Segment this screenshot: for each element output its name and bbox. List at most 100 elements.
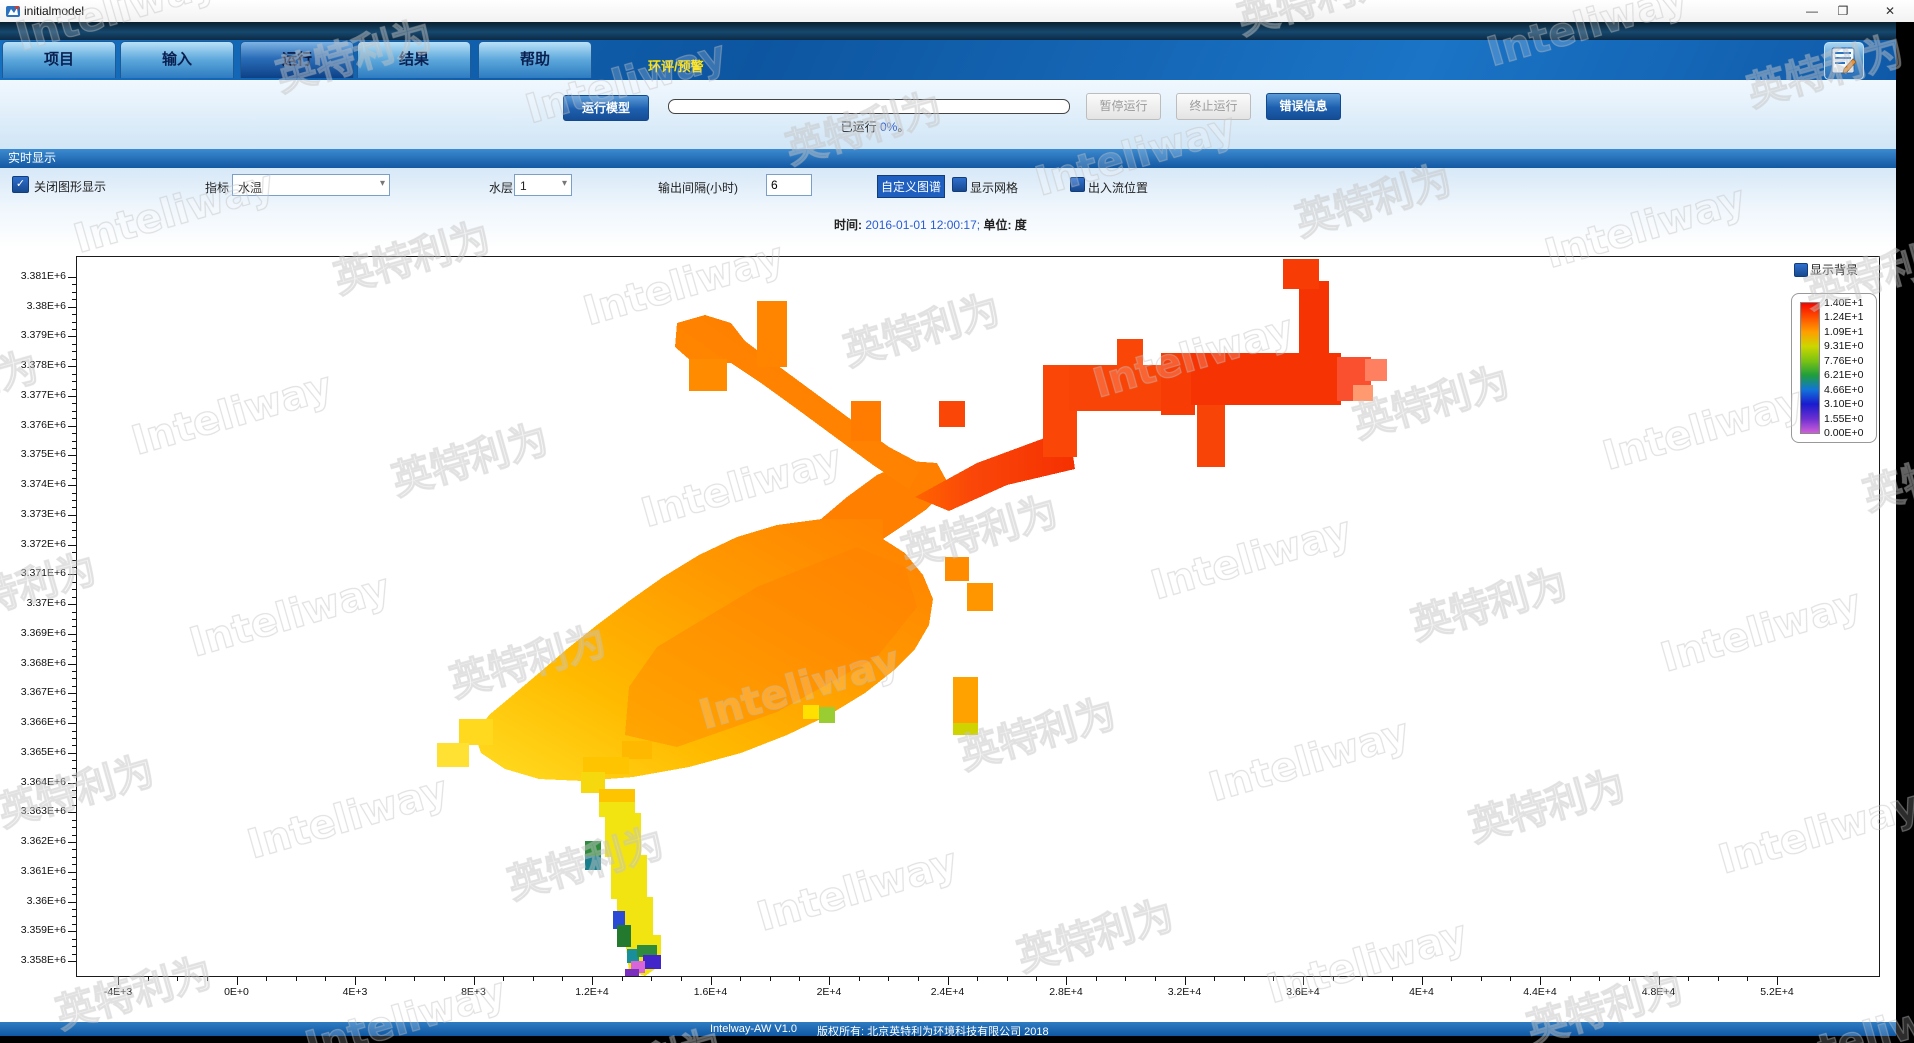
x-minor-tick	[385, 977, 386, 981]
y-minor-tick	[72, 500, 76, 501]
y-axis-label: 3.37E+6	[0, 597, 66, 609]
interval-input[interactable]	[766, 174, 812, 196]
x-minor-tick	[503, 977, 504, 981]
y-minor-tick	[72, 582, 76, 583]
y-minor-tick	[72, 537, 76, 538]
legend-value: 1.09E+1	[1824, 326, 1874, 338]
indicator-dropdown[interactable]: 水温 ▾	[232, 174, 390, 196]
y-minor-tick	[72, 478, 76, 479]
y-major-tick	[68, 812, 76, 813]
minimize-button[interactable]: —	[1795, 0, 1829, 22]
tab-4[interactable]: 结果	[357, 41, 471, 78]
y-minor-tick	[72, 560, 76, 561]
y-minor-tick	[72, 597, 76, 598]
tab-3[interactable]: 运行	[240, 41, 354, 78]
show-background-checkbox[interactable]	[1794, 263, 1808, 277]
x-minor-tick	[148, 977, 149, 981]
status-bar: Intelway-AW V1.0 版权所有: 北京英特利为环境科技有限公司 20…	[0, 1022, 1896, 1036]
colorbar-legend: 1.40E+11.24E+11.09E+19.31E+07.76E+06.21E…	[1791, 293, 1877, 443]
time-label: 时间:	[834, 218, 862, 232]
tab-5[interactable]: 帮助	[478, 41, 592, 78]
y-minor-tick	[72, 745, 76, 746]
stop-run-button[interactable]: 终止运行	[1176, 93, 1251, 120]
y-minor-tick	[72, 716, 76, 717]
x-axis-label: 2E+4	[799, 986, 859, 998]
notes-button[interactable]	[1824, 42, 1864, 80]
x-minor-tick	[1273, 977, 1274, 981]
y-minor-tick	[72, 351, 76, 352]
x-minor-tick	[266, 977, 267, 981]
flow-position-checkbox[interactable]	[1070, 177, 1085, 192]
custom-colormap-button[interactable]: 自定义图谱	[877, 175, 945, 198]
y-minor-tick	[72, 448, 76, 449]
plot-panel: 时间: 2016-01-01 12:00:17; 单位: 度	[0, 202, 1896, 1022]
realtime-controls: ✓ 关闭图形显示 指标 水温 ▾ 水层 1 ▾ 输出间隔(小时) 自定义图谱 显…	[0, 168, 1896, 202]
chevron-down-icon: ▾	[562, 178, 567, 189]
y-axis-label: 3.363E+6	[0, 805, 66, 817]
y-minor-tick	[72, 760, 76, 761]
x-minor-tick	[1392, 977, 1393, 981]
y-axis-label: 3.368E+6	[0, 657, 66, 669]
app-icon	[6, 4, 20, 18]
x-major-tick	[1540, 977, 1541, 985]
show-grid-label: 显示网格	[970, 179, 1018, 196]
x-minor-tick	[681, 977, 682, 981]
x-major-tick	[1777, 977, 1778, 985]
run-model-button[interactable]: 运行模型	[563, 95, 649, 121]
y-minor-tick	[72, 493, 76, 494]
y-minor-tick	[72, 314, 76, 315]
y-minor-tick	[72, 805, 76, 806]
y-major-tick	[68, 574, 76, 575]
x-axis-label: 0E+0	[207, 986, 267, 998]
x-axis-label: -4E+3	[88, 986, 148, 998]
y-major-tick	[68, 336, 76, 337]
progress-suffix: 。	[897, 120, 909, 134]
tab-1[interactable]: 项目	[2, 41, 116, 78]
legend-value: 0.00E+0	[1824, 427, 1874, 439]
y-minor-tick	[72, 946, 76, 947]
y-minor-tick	[72, 441, 76, 442]
layer-dropdown[interactable]: 1 ▾	[514, 174, 572, 196]
x-minor-tick	[1718, 977, 1719, 981]
y-minor-tick	[72, 552, 76, 553]
y-major-tick	[68, 604, 76, 605]
close-button[interactable]: ✕	[1873, 0, 1907, 22]
y-minor-tick	[72, 411, 76, 412]
progress-percent: 0%	[880, 120, 897, 134]
y-minor-tick	[72, 686, 76, 687]
y-minor-tick	[72, 507, 76, 508]
module-label-env-warning: 环评/预警	[648, 56, 704, 75]
y-axis-label: 3.359E+6	[0, 924, 66, 936]
x-major-tick	[1066, 977, 1067, 985]
y-minor-tick	[72, 619, 76, 620]
y-minor-tick	[72, 827, 76, 828]
y-minor-tick	[72, 284, 76, 285]
progress-prefix: 已运行	[841, 120, 877, 134]
x-axis-label: 8E+3	[444, 986, 504, 998]
tab-2[interactable]: 输入	[120, 41, 234, 78]
y-axis-label: 3.365E+6	[0, 746, 66, 758]
x-axis-label: 1.2E+4	[562, 986, 622, 998]
y-axis-label: 3.369E+6	[0, 627, 66, 639]
status-version: Intelway-AW V1.0	[710, 1023, 797, 1035]
y-minor-tick	[72, 894, 76, 895]
close-graph-checkbox[interactable]: ✓	[12, 176, 29, 193]
restore-button[interactable]: ❐	[1826, 0, 1860, 22]
y-minor-tick	[72, 649, 76, 650]
time-value: 2016-01-01 12:00:17;	[865, 218, 980, 232]
y-major-tick	[68, 842, 76, 843]
y-minor-tick	[72, 708, 76, 709]
y-major-tick	[68, 634, 76, 635]
y-axis-label: 3.378E+6	[0, 359, 66, 371]
check-icon: ✓	[16, 178, 25, 190]
x-minor-tick	[740, 977, 741, 981]
pause-run-button[interactable]: 暂停运行	[1086, 93, 1161, 120]
show-background-label: 显示背景	[1810, 261, 1858, 278]
error-info-button[interactable]: 错误信息	[1266, 93, 1341, 120]
x-major-tick	[1422, 977, 1423, 985]
show-grid-checkbox[interactable]	[952, 177, 967, 192]
title-bar: initialmodel — ❐ ✕	[0, 0, 1914, 23]
window-right-edge	[1896, 22, 1914, 1043]
x-major-tick	[118, 977, 119, 985]
y-minor-tick	[72, 731, 76, 732]
